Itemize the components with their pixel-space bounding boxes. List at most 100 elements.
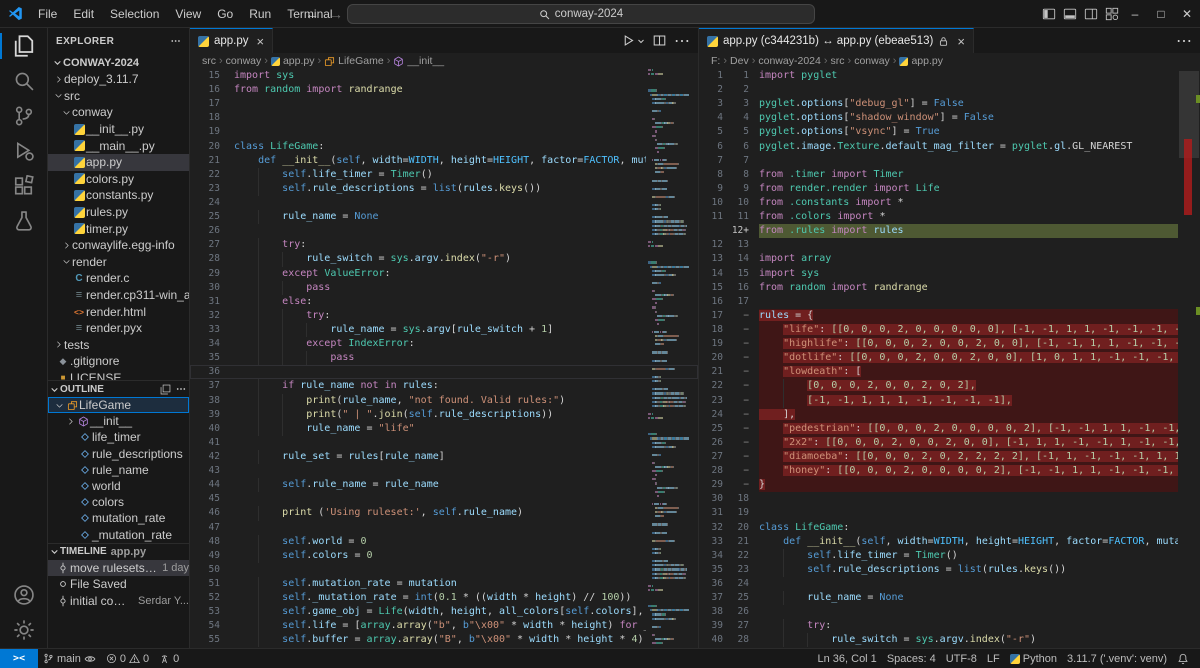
- outline-item-world[interactable]: world: [48, 478, 189, 494]
- diff-line-31[interactable]: 3119: [699, 506, 1200, 520]
- code-line-39[interactable]: 39 print(" | ".join(self.rule_descriptio…: [190, 408, 698, 422]
- breadcrumb-item[interactable]: Dev: [730, 55, 749, 67]
- breadcrumb-item[interactable]: conway-2024: [758, 55, 820, 67]
- diff-line-5[interactable]: 66pyglet.image.Texture.default_mag_filte…: [699, 140, 1200, 154]
- code-line-42[interactable]: 42 rule_set = rules[rule_name]: [190, 450, 698, 464]
- code-line-27[interactable]: 27 try:: [190, 238, 698, 252]
- diff-line-29[interactable]: 29−}: [699, 478, 1200, 492]
- diff-line-35[interactable]: 3523 self.rule_descriptions = list(rules…: [699, 563, 1200, 577]
- code-line-45[interactable]: 45: [190, 492, 698, 506]
- editor-more-icon[interactable]: ⋯: [1176, 31, 1192, 51]
- code-line-25[interactable]: 25 rule_name = None: [190, 210, 698, 224]
- code-line-56[interactable]: 56: [190, 647, 698, 648]
- minimap[interactable]: [648, 69, 696, 648]
- layout-panel-icon[interactable]: [1059, 0, 1080, 28]
- account-icon[interactable]: [0, 578, 47, 612]
- diff-line-21[interactable]: 21− "lowdeath": [: [699, 365, 1200, 379]
- code-line-52[interactable]: 52 self._mutation_rate = int(0.1 * ((wid…: [190, 591, 698, 605]
- file-row-tests[interactable]: tests: [48, 337, 189, 354]
- file-row-rules-py[interactable]: rules.py: [48, 204, 189, 221]
- code-line-51[interactable]: 51 self.mutation_rate = mutation: [190, 577, 698, 591]
- diff-line-3[interactable]: 44pyglet.options["shadow_window"] = Fals…: [699, 111, 1200, 125]
- code-line-30[interactable]: 30 pass: [190, 281, 698, 295]
- diff-line-2[interactable]: 33pyglet.options["debug_gl"] = False: [699, 97, 1200, 111]
- close-tab-icon[interactable]: ×: [957, 34, 965, 49]
- code-line-44[interactable]: 44 self.rule_name = rule_name: [190, 478, 698, 492]
- outline-more-icon[interactable]: ⋯: [173, 384, 189, 395]
- code-line-32[interactable]: 32 try:: [190, 309, 698, 323]
- file-row-deploy-3-11-7[interactable]: deploy_3.11.7: [48, 71, 189, 88]
- status-spaces[interactable]: Spaces: 4: [882, 649, 941, 668]
- bell-icon[interactable]: [1172, 649, 1194, 668]
- file-row-conwaylife-egg-info[interactable]: conwaylife.egg-info: [48, 237, 189, 254]
- minimize-button[interactable]: –: [1122, 0, 1148, 28]
- diff-line-22[interactable]: 22− [0, 0, 0, 2, 0, 0, 2, 0, 2],: [699, 379, 1200, 393]
- maximize-button[interactable]: □: [1148, 0, 1174, 28]
- diff-line-26[interactable]: 26− "2x2": [[0, 0, 0, 2, 0, 0, 2, 0, 0],…: [699, 436, 1200, 450]
- diff-line-6[interactable]: 77: [699, 154, 1200, 168]
- diff-line-1[interactable]: 22: [699, 83, 1200, 97]
- code-line-22[interactable]: 22 self.life_timer = Timer(): [190, 168, 698, 182]
- menu-edit[interactable]: Edit: [65, 7, 102, 21]
- remote-indicator[interactable]: ><: [0, 649, 38, 668]
- collapse-all-icon[interactable]: [157, 384, 173, 395]
- outline-item-mutation-rate[interactable]: mutation_rate: [48, 510, 189, 526]
- diff-line-4[interactable]: 55pyglet.options["vsync"] = True: [699, 125, 1200, 139]
- code-line-38[interactable]: 38 print(rule_name, "not found. Valid ru…: [190, 394, 698, 408]
- outline-item-LifeGame[interactable]: LifeGame: [48, 397, 189, 413]
- source-control-icon[interactable]: [0, 99, 47, 133]
- code-line-46[interactable]: 46 print ('Using ruleset:', self.rule_na…: [190, 506, 698, 520]
- file-row-render-cp311-win-amd6-[interactable]: ≡render.cp311-win_amd6...: [48, 287, 189, 304]
- diff-line-33[interactable]: 3321 def __init__(self, width=WIDTH, hei…: [699, 535, 1200, 549]
- timeline-item[interactable]: initial commitSerdar Y...: [48, 593, 189, 610]
- file-row-timer-py[interactable]: timer.py: [48, 220, 189, 237]
- extensions-icon[interactable]: [0, 169, 47, 203]
- diff-line-7[interactable]: 88from .timer import Timer: [699, 168, 1200, 182]
- diff-line-32[interactable]: 3220class LifeGame:: [699, 521, 1200, 535]
- diff-line-20[interactable]: 20− "dotlife": [[0, 0, 0, 2, 0, 0, 2, 0,…: [699, 351, 1200, 365]
- code-line-54[interactable]: 54 self.life = [array.array("b", b"\x00"…: [190, 619, 698, 633]
- customize-layout-icon[interactable]: [1101, 0, 1122, 28]
- tab-app-py[interactable]: app.py ×: [190, 28, 273, 53]
- status-python[interactable]: Python: [1005, 649, 1062, 668]
- breadcrumb-item[interactable]: src: [202, 55, 216, 67]
- branch-item[interactable]: main: [38, 649, 101, 668]
- file-row--main-py[interactable]: __main__.py: [48, 137, 189, 154]
- status-3.11.7[interactable]: 3.11.7 ('.venv': venv): [1062, 649, 1172, 668]
- code-line-36[interactable]: 36: [190, 365, 698, 379]
- status-ln[interactable]: Ln 36, Col 1: [812, 649, 881, 668]
- tree-root-conway-2024[interactable]: CONWAY-2024: [48, 54, 189, 71]
- code-line-40[interactable]: 40 rule_name = "life": [190, 422, 698, 436]
- command-center-search[interactable]: conway-2024: [347, 4, 815, 24]
- code-line-48[interactable]: 48 self.world = 0: [190, 535, 698, 549]
- code-editor[interactable]: 15import sys16from random import randran…: [190, 69, 698, 648]
- run-python-file-icon[interactable]: [622, 34, 635, 47]
- code-line-53[interactable]: 53 self.game_obj = Life(width, height, a…: [190, 605, 698, 619]
- chevron-down-icon[interactable]: [48, 385, 60, 394]
- split-editor-icon[interactable]: [653, 34, 666, 47]
- file-row-colors-py[interactable]: colors.py: [48, 171, 189, 188]
- file-row--init-py[interactable]: __init__.py: [48, 121, 189, 138]
- scrollbar[interactable]: [1178, 69, 1200, 648]
- menu-selection[interactable]: Selection: [102, 7, 167, 21]
- code-line-35[interactable]: 35 pass: [190, 351, 698, 365]
- diff-line-0[interactable]: 11import pyglet: [699, 69, 1200, 83]
- file-row-render[interactable]: render: [48, 254, 189, 271]
- diff-line-13[interactable]: 1314import array: [699, 252, 1200, 266]
- status-lf[interactable]: LF: [982, 649, 1005, 668]
- run-debug-icon[interactable]: [0, 134, 47, 168]
- close-button[interactable]: ✕: [1174, 0, 1200, 28]
- problems-item[interactable]: 0 0: [101, 649, 154, 668]
- menu-run[interactable]: Run: [241, 7, 279, 21]
- editor-more-icon[interactable]: ⋯: [674, 31, 690, 51]
- diff-line-11[interactable]: 12+from .rules import rules: [699, 224, 1200, 238]
- diff-line-36[interactable]: 3624: [699, 577, 1200, 591]
- code-line-41[interactable]: 41: [190, 436, 698, 450]
- code-line-26[interactable]: 26: [190, 224, 698, 238]
- file-row-license[interactable]: ■LICENSE: [48, 370, 189, 380]
- code-line-37[interactable]: 37 if rule_name not in rules:: [190, 379, 698, 393]
- diff-line-34[interactable]: 3422 self.life_timer = Timer(): [699, 549, 1200, 563]
- diff-line-28[interactable]: 28− "honey": [[0, 0, 0, 2, 0, 0, 0, 0, 2…: [699, 464, 1200, 478]
- file-row-conway[interactable]: conway: [48, 104, 189, 121]
- run-dropdown-icon[interactable]: [637, 37, 645, 45]
